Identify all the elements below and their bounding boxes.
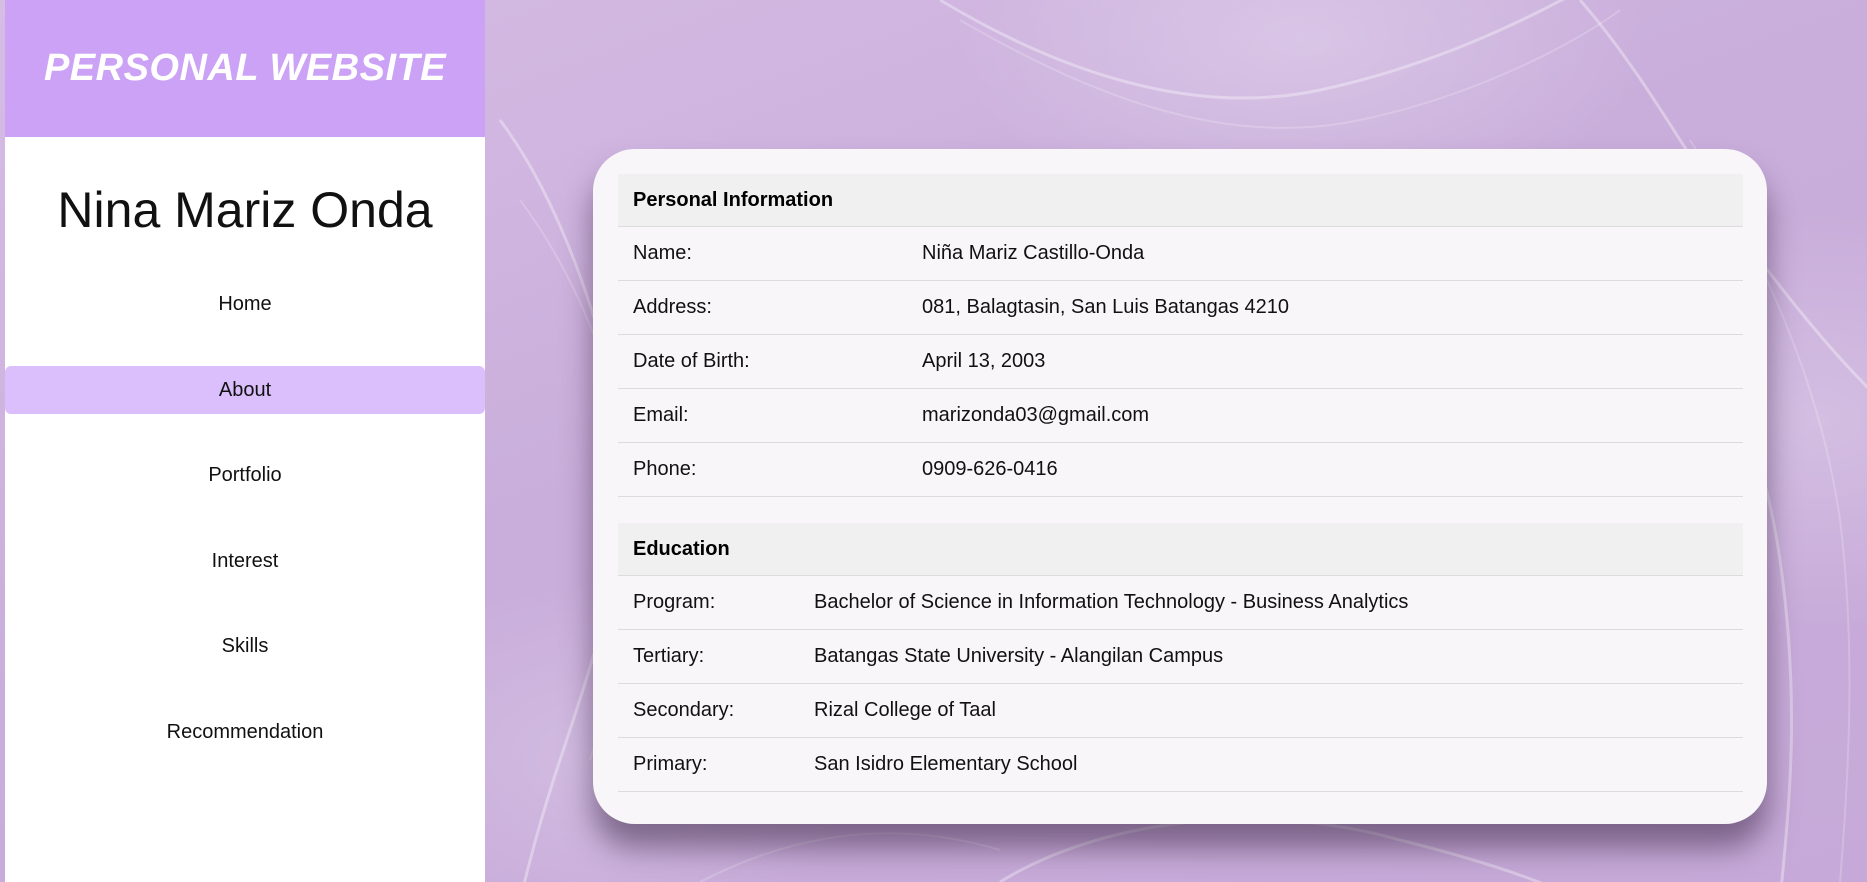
nav-item-interest[interactable]: Interest: [5, 537, 485, 585]
row-label: Phone:: [633, 458, 697, 480]
nav-item-label: Recommendation: [166, 720, 324, 743]
table-row: Secondary: Rizal College of Taal: [618, 684, 1743, 738]
nav-item-label: Interest: [211, 549, 279, 572]
row-label: Name:: [633, 242, 692, 264]
about-card: Personal Information Name: Niña Mariz Ca…: [593, 149, 1767, 824]
sidebar: PERSONAL WEBSITE Nina Mariz Onda Home Ab…: [5, 0, 485, 882]
education-section: Education Program: Bachelor of Science i…: [618, 523, 1743, 792]
table-row: Tertiary: Batangas State University - Al…: [618, 630, 1743, 684]
nav-item-home[interactable]: Home: [5, 280, 485, 328]
nav-item-label: Home: [218, 292, 272, 315]
table-row: Phone: 0909-626-0416: [618, 443, 1743, 497]
row-label: Address:: [633, 296, 712, 318]
table-row: Name: Niña Mariz Castillo-Onda: [618, 227, 1743, 281]
row-label: Secondary:: [633, 699, 735, 721]
row-value: April 13, 2003: [922, 350, 1046, 372]
nav-item-label: Portfolio: [208, 463, 282, 486]
site-title: PERSONAL WEBSITE: [43, 47, 447, 89]
row-label: Tertiary:: [633, 645, 705, 667]
row-value: Niña Mariz Castillo-Onda: [922, 242, 1145, 264]
nav-item-skills[interactable]: Skills: [5, 622, 485, 670]
row-label: Primary:: [633, 753, 708, 775]
nav-item-portfolio[interactable]: Portfolio: [5, 451, 485, 499]
table-row: Address: 081, Balagtasin, San Luis Batan…: [618, 281, 1743, 335]
row-value: San Isidro Elementary School: [814, 753, 1078, 775]
row-value: Rizal College of Taal: [814, 699, 996, 721]
row-label: Program:: [633, 591, 716, 613]
row-value: marizonda03@gmail.com: [922, 404, 1150, 426]
education-heading: Education: [618, 523, 1743, 576]
nav-item-label: About: [218, 378, 272, 401]
table-row: Program: Bachelor of Science in Informat…: [618, 576, 1743, 630]
row-value: Batangas State University - Alangilan Ca…: [814, 645, 1224, 667]
nav-item-label: Skills: [221, 634, 269, 657]
personal-info-section: Personal Information Name: Niña Mariz Ca…: [618, 174, 1743, 497]
table-row: Email: marizonda03@gmail.com: [618, 389, 1743, 443]
owner-name: Nina Mariz Onda: [57, 182, 433, 238]
row-value: Bachelor of Science in Information Techn…: [814, 591, 1409, 613]
row-value: 081, Balagtasin, San Luis Batangas 4210: [922, 296, 1289, 318]
row-label: Date of Birth:: [633, 350, 750, 372]
row-label: Email:: [633, 404, 689, 426]
personal-info-heading: Personal Information: [618, 174, 1743, 227]
table-row: Primary: San Isidro Elementary School: [618, 738, 1743, 792]
nav-item-recommendation[interactable]: Recommendation: [5, 708, 485, 756]
brand-header: PERSONAL WEBSITE: [5, 0, 485, 137]
nav-item-about[interactable]: About: [5, 366, 485, 414]
row-value: 0909-626-0416: [922, 458, 1058, 480]
table-row: Date of Birth: April 13, 2003: [618, 335, 1743, 389]
